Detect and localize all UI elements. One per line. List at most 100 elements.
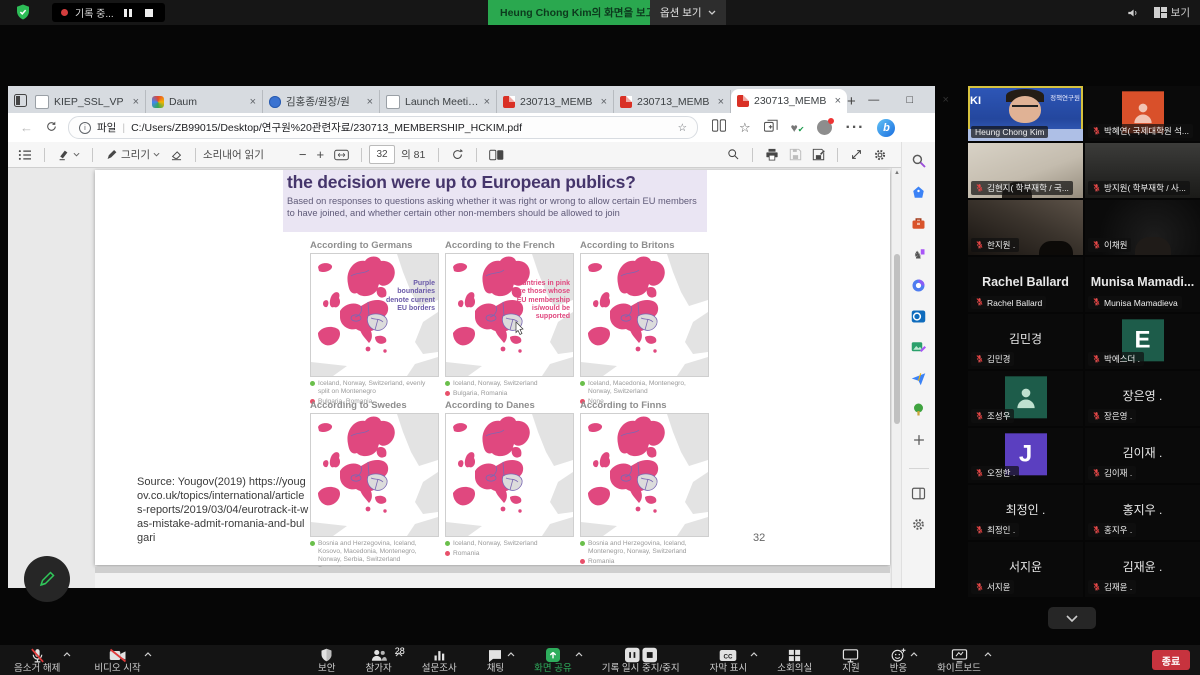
participant-tile[interactable]: E박에스더 .	[1085, 314, 1200, 369]
toolbar-captions-button[interactable]: CC자막 표시	[710, 645, 748, 674]
browser-tab[interactable]: 230713_MEMB×	[497, 90, 614, 113]
reading-icon[interactable]	[910, 484, 928, 502]
browser-tab[interactable]: 김홍종/원장/원×	[263, 90, 380, 113]
add-icon[interactable]	[910, 431, 928, 449]
tab-close-icon[interactable]: ×	[367, 96, 373, 108]
participant-tile[interactable]: 김재윤 .김재윤 .	[1085, 542, 1200, 597]
browser-essentials-icon[interactable]: ♥✔	[791, 121, 805, 135]
participant-tile[interactable]: KI정책연구원Heung Chong Kim	[968, 86, 1083, 141]
tab-close-icon[interactable]: ×	[133, 96, 139, 108]
chevron-up-icon[interactable]	[984, 649, 992, 660]
toolbar-breakout-button[interactable]: 소회의실	[777, 645, 812, 674]
bing-copilot-icon[interactable]: b	[877, 119, 895, 137]
tab-actions-icon[interactable]	[14, 90, 27, 110]
toolbar-shield-button[interactable]: 보안	[318, 645, 335, 674]
split-screen-icon[interactable]	[712, 119, 726, 137]
rotate-icon[interactable]	[451, 148, 464, 161]
tab-close-icon[interactable]: ×	[835, 95, 841, 107]
collections-icon[interactable]	[764, 119, 778, 137]
new-tab-button[interactable]: +	[847, 90, 856, 113]
browser-tab[interactable]: 230713_MEMB×	[731, 89, 847, 113]
zoom-out-icon[interactable]: −	[299, 147, 307, 162]
chevron-up-icon[interactable]	[750, 649, 758, 660]
participant-tile[interactable]: 서지윤서지윤	[968, 542, 1083, 597]
participant-tile[interactable]: 박혜연( 국제대학원 석...	[1085, 86, 1200, 141]
participant-tile[interactable]: 김민경김민경	[968, 314, 1083, 369]
fullscreen-icon[interactable]	[850, 148, 863, 161]
tab-close-icon[interactable]: ×	[601, 96, 607, 108]
participant-tile[interactable]: 한지원 .	[968, 200, 1083, 255]
read-aloud-button[interactable]: 소리내어 읽기	[203, 147, 264, 162]
participant-tile[interactable]: J오정한 .	[968, 428, 1083, 483]
pause-recording-button[interactable]	[121, 7, 135, 19]
page-info-icon[interactable]: i	[79, 122, 91, 134]
end-meeting-button[interactable]: 종료	[1152, 650, 1190, 670]
page-number-input[interactable]: 32	[369, 145, 395, 164]
eraser-icon[interactable]	[170, 148, 183, 161]
send-icon[interactable]	[910, 369, 928, 387]
settings-icon[interactable]	[910, 515, 928, 533]
favorites-icon[interactable]: ☆	[739, 120, 751, 136]
print-icon[interactable]	[765, 148, 779, 161]
toolbar-polls-button[interactable]: 설문조사	[422, 645, 457, 674]
back-icon[interactable]: ←	[20, 120, 33, 135]
audio-settings-icon[interactable]	[1126, 6, 1140, 20]
toolbar-mic-off-button[interactable]: 음소거 해제	[14, 645, 60, 674]
toolbar-chat-button[interactable]: 채팅	[487, 645, 504, 674]
browser-tab[interactable]: KIEP_SSL_VP×	[29, 90, 146, 113]
browser-tab[interactable]: Launch Meeting×	[380, 90, 497, 113]
toolbar-whiteboard-button[interactable]: 화이트보드	[937, 645, 981, 674]
save-as-icon[interactable]	[812, 148, 825, 161]
tab-close-icon[interactable]: ×	[484, 96, 490, 108]
fit-width-icon[interactable]	[334, 149, 349, 161]
chevron-up-icon[interactable]	[144, 649, 152, 660]
refresh-icon[interactable]	[45, 120, 58, 136]
chevron-up-icon[interactable]	[395, 649, 403, 660]
tools-icon[interactable]	[910, 214, 928, 232]
participant-tile[interactable]: 홍지우 .홍지우 .	[1085, 485, 1200, 540]
address-url-field[interactable]: i 파일 | C:/Users/ZB99015/Desktop/연구원%20관련…	[68, 116, 698, 139]
participant-tile[interactable]: 최정인 .최정인 .	[968, 485, 1083, 540]
grow-icon[interactable]	[910, 400, 928, 418]
chevron-up-icon[interactable]	[575, 649, 583, 660]
copilot-icon[interactable]	[910, 276, 928, 294]
highlighter-icon[interactable]	[57, 148, 80, 161]
draw-button[interactable]: 그리기	[105, 147, 160, 162]
participant-tile[interactable]: 이채원	[1085, 200, 1200, 255]
toolbar-share-screen-button[interactable]: 화면 공유	[534, 645, 572, 674]
maximize-button[interactable]: □	[892, 94, 928, 106]
pdf-settings-gear-icon[interactable]	[873, 148, 887, 162]
minimize-button[interactable]: —	[856, 94, 892, 106]
participant-tile[interactable]: 장은영 .장은영 .	[1085, 371, 1200, 426]
browser-tab[interactable]: 230713_MEMB×	[614, 90, 731, 113]
toc-icon[interactable]	[18, 149, 32, 161]
participant-tile[interactable]: 방지원( 학부재학 / 사...	[1085, 143, 1200, 198]
participant-tile[interactable]: 김이재 .김이재 .	[1085, 428, 1200, 483]
participant-tile[interactable]: Munisa Mamadi...Munisa Mamadieva	[1085, 257, 1200, 312]
tab-close-icon[interactable]: ×	[250, 96, 256, 108]
games-icon[interactable]: ♞	[910, 245, 928, 263]
close-button[interactable]: ×	[928, 94, 964, 106]
browser-tab[interactable]: Daum×	[146, 90, 263, 113]
designer-icon[interactable]	[910, 338, 928, 356]
toolbar-participants-button[interactable]: 참가자28	[365, 645, 391, 674]
scrollbar-thumb[interactable]	[894, 254, 900, 424]
tab-close-icon[interactable]: ×	[718, 96, 724, 108]
more-participants-button[interactable]	[1048, 607, 1096, 629]
participant-tile[interactable]: Rachel BallardRachel Ballard	[968, 257, 1083, 312]
participant-tile[interactable]: 조성우	[968, 371, 1083, 426]
profile-avatar[interactable]	[817, 120, 832, 135]
annotate-button[interactable]	[24, 556, 70, 602]
bing-search-icon[interactable]	[910, 152, 928, 170]
shopping-icon[interactable]	[910, 183, 928, 201]
chevron-up-icon[interactable]	[507, 649, 515, 660]
more-menu-icon[interactable]: ···	[845, 119, 864, 137]
favorite-star-icon[interactable]: ☆	[678, 122, 687, 134]
toolbar-support-button[interactable]: 지원	[842, 645, 859, 674]
participant-tile[interactable]: 김현지( 학부재학 / 국...	[968, 143, 1083, 198]
page-layout-icon[interactable]	[489, 149, 504, 161]
toolbar-video-off-button[interactable]: 비디오 시작	[94, 645, 140, 674]
toolbar-record-controls-button[interactable]: 기록 일시 중지/중지	[602, 645, 680, 674]
outlook-icon[interactable]	[910, 307, 928, 325]
chevron-up-icon[interactable]	[910, 649, 918, 660]
